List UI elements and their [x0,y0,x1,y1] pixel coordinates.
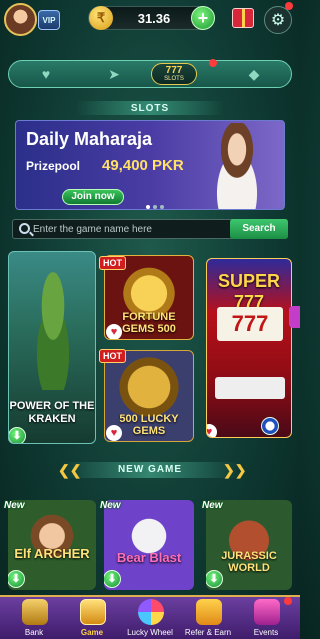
new-badge: New [202,500,223,511]
pager-dot[interactable] [153,205,157,209]
search-input[interactable] [33,221,223,237]
banner-prize-value: 49,400 PKR [102,157,184,174]
download-icon[interactable]: ⬇ [9,427,26,443]
slot-reel-row [215,377,285,399]
nav-label: Events [253,628,279,637]
new-game-section-title: NEW GAME [117,464,183,475]
hot-badge: HOT [99,349,126,363]
nav-label: Bank [24,628,44,637]
hot-badge: HOT [99,256,126,270]
game-tile-bear-blast[interactable]: Bear Blast ⬇ [104,500,194,590]
category-tabs: ♥ ➤ 777 SLOTS ◆ [8,59,292,88]
slots-section-title: SLOTS [130,103,170,114]
search-icon [19,223,30,234]
banner-illustration [202,123,272,209]
download-icon[interactable]: ⬇ [206,570,223,588]
nav-bank[interactable]: Bank [4,597,64,639]
promo-banner[interactable]: Daily Maharaja Prizepool 49,400 PKR Join… [15,120,285,210]
bank-icon [22,599,48,625]
search-bar: Search [12,219,288,239]
notification-dot [285,2,293,10]
game-title: POWER OF THE KRAKEN [9,400,95,425]
new-badge: New [4,500,25,511]
tab-slots[interactable]: 777 SLOTS [151,63,197,85]
tab-notification-dot [209,59,217,67]
download-icon[interactable]: ⬇ [8,570,25,588]
join-now-button[interactable]: Join now [62,189,124,205]
heart-icon: ♥ [41,66,51,82]
chevron-right-icon: ❯❯ [223,462,247,478]
balance-value: 31.36 [137,11,171,26]
pager-dot[interactable] [146,205,150,209]
banner-title: Daily Maharaja [26,129,153,149]
slot-machine-icon [80,599,106,625]
slot-reels: 777 [217,307,283,341]
favorite-icon[interactable]: ♥ [207,424,217,437]
nav-label: Game [80,628,104,637]
game-title: Bear Blast [116,550,182,565]
game-title: JURASSIC WORLD [221,550,277,574]
game-tile-kraken[interactable]: POWER OF THE KRAKEN ⬇ [8,251,96,444]
nav-game[interactable]: Game [62,597,122,639]
nav-lucky-wheel[interactable]: Lucky Wheel [120,597,180,639]
game-tile-lucky-gems[interactable]: 500 LUCKY GEMS ♥ [104,350,194,442]
tab-slots-label: SLOTS [164,76,184,82]
fish-icon: ◆ [248,65,260,82]
game-tile-super-777[interactable]: SUPER 777 777 ♥ [206,258,292,438]
nav-refer-earn[interactable]: Refer & Earn [178,597,238,639]
bottom-nav: Bank Game Lucky Wheel Refer & Earn Event… [0,595,300,639]
avatar[interactable] [4,3,37,36]
new-badge: New [100,500,121,511]
star-icon[interactable] [261,417,279,435]
gift-box-icon [254,599,280,625]
settings-icon[interactable]: ⚙ [264,6,292,34]
tab-crash[interactable]: ➤ [91,63,137,85]
favorite-icon[interactable]: ♥ [106,324,122,339]
favorite-icon[interactable]: ♥ [106,425,122,441]
nav-label: Lucky Wheel [127,628,173,637]
game-tile-jurassic-world[interactable]: JURASSIC WORLD ⬇ [206,500,292,590]
game-title: Elf ARCHER [14,546,90,561]
slots-icon: 777 [165,65,183,76]
kraken-art [25,270,81,390]
coin-icon: ₹ [89,6,113,30]
download-icon[interactable]: ⬇ [104,570,121,588]
vip-badge[interactable]: VIP [38,10,60,30]
share-icon [196,599,222,625]
notification-dot [284,597,292,605]
top-bar: VIP ₹ 31.36 + ⚙ [0,0,300,40]
gift-icon[interactable] [232,8,254,28]
nav-label: Refer & Earn [184,628,232,637]
banner-pager[interactable] [146,205,164,209]
banner-prize-label: Prizepool [26,159,81,173]
balance-pill: ₹ 31.36 + [88,6,215,30]
add-funds-button[interactable]: + [191,6,215,30]
game-tile-elf-archer[interactable]: Elf ARCHER ⬇ [8,500,96,590]
wheel-icon [138,599,164,625]
pager-dot[interactable] [160,205,164,209]
scroll-right-arrow[interactable] [289,306,300,328]
nav-events[interactable]: Events [236,597,296,639]
search-button[interactable]: Search [230,219,288,239]
tab-fishing[interactable]: ◆ [231,63,277,85]
rocket-icon: ➤ [108,65,120,82]
tab-favorites[interactable]: ♥ [23,63,69,85]
